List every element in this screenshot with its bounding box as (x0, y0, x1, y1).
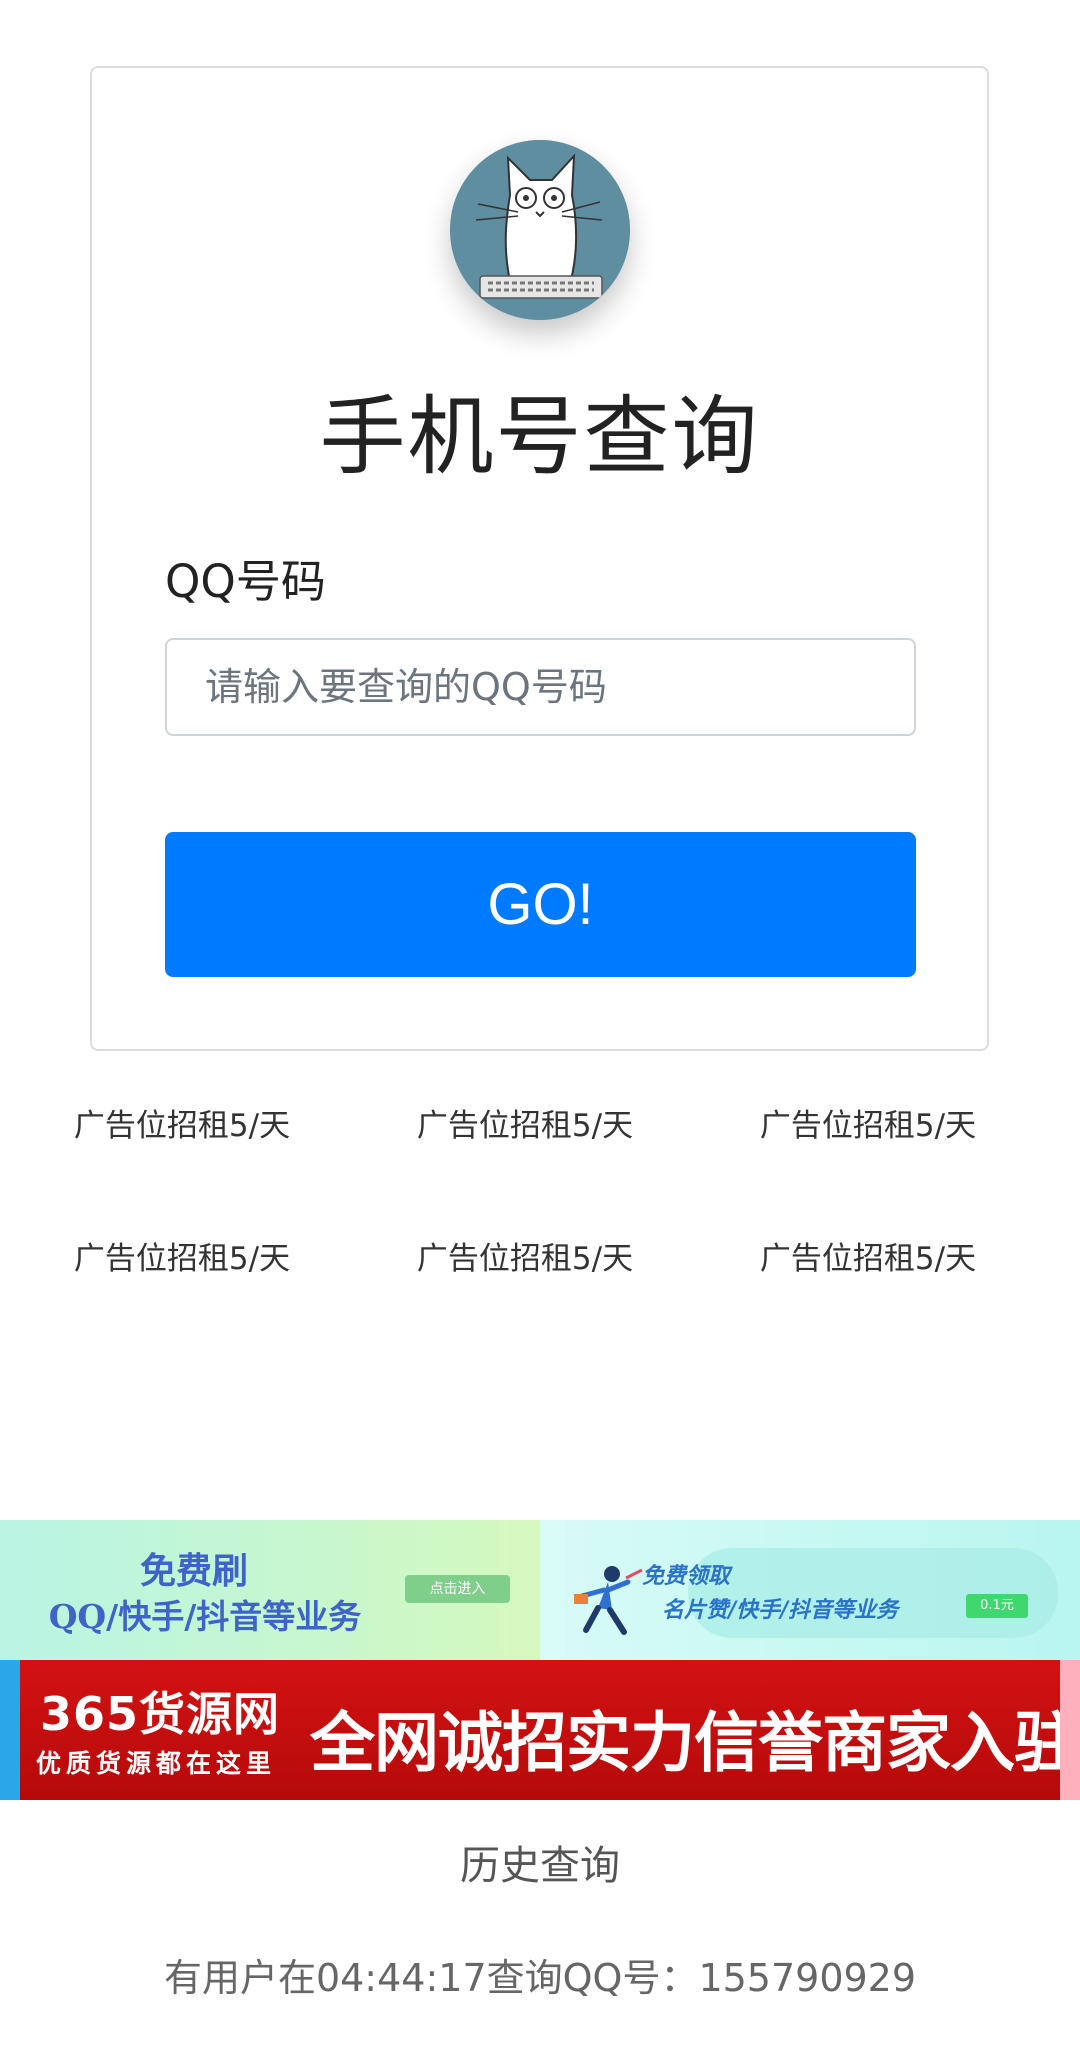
ad-slot[interactable]: 广告位招租5/天 (345, 1100, 705, 1145)
go-button[interactable]: GO! (165, 832, 916, 977)
supplier-brand: 365货源网 (40, 1687, 281, 1741)
query-card: 手机号查询 QQ号码 GO! (90, 66, 989, 1051)
ad-slot[interactable]: 广告位招租5/天 (345, 1233, 705, 1278)
qq-number-input[interactable] (165, 638, 916, 736)
enter-button[interactable]: 点击进入 (405, 1575, 510, 1603)
promo-banner-right[interactable]: 免费领取 名片赞/快手/抖音等业务 0.1元 (540, 1520, 1080, 1660)
history-entry: 有用户在04:44:17查询QQ号：155790929 (163, 1956, 917, 2000)
price-tag: 0.1元 (966, 1594, 1028, 1618)
running-person-icon (574, 1566, 643, 1635)
promo-left-line2: QQ/快手/抖音等业务 (48, 1597, 362, 1636)
qq-field-label: QQ号码 (165, 555, 326, 608)
supplier-banner[interactable]: 365货源网 优质货源都在这里 全网诚招实力信誉商家入驻 (0, 1660, 1080, 1800)
promo-left-line1: 免费刷 (139, 1550, 248, 1592)
history-title: 历史查询 (460, 1843, 620, 1889)
supplier-banner-main: 365货源网 优质货源都在这里 全网诚招实力信誉商家入驻 (20, 1660, 1079, 1800)
supplier-subtitle: 优质货源都在这里 (36, 1749, 277, 1778)
ad-slot[interactable]: 广告位招租5/天 (688, 1100, 1048, 1145)
banner-edge-right (1060, 1660, 1080, 1800)
promo-right-line1: 免费领取 (642, 1563, 731, 1589)
banner-edge-left (0, 1660, 20, 1800)
supplier-slogan: 全网诚招实力信誉商家入驻 (310, 1706, 1079, 1781)
promo-banner-row: 免费刷 QQ/快手/抖音等业务 点击进入 免费领取 名片赞/快手/抖音等业务 0… (0, 1520, 1080, 1660)
ad-slot[interactable]: 广告位招租5/天 (688, 1233, 1048, 1278)
promo-right-line2: 名片赞/快手/抖音等业务 (662, 1597, 899, 1623)
cat-keyboard-icon (450, 140, 630, 320)
page-title: 手机号查询 (319, 387, 760, 487)
ad-slot[interactable]: 广告位招租5/天 (2, 1233, 362, 1278)
avatar (450, 140, 630, 320)
promo-banner-left[interactable]: 免费刷 QQ/快手/抖音等业务 点击进入 (0, 1520, 540, 1660)
ad-slot[interactable]: 广告位招租5/天 (2, 1100, 362, 1145)
